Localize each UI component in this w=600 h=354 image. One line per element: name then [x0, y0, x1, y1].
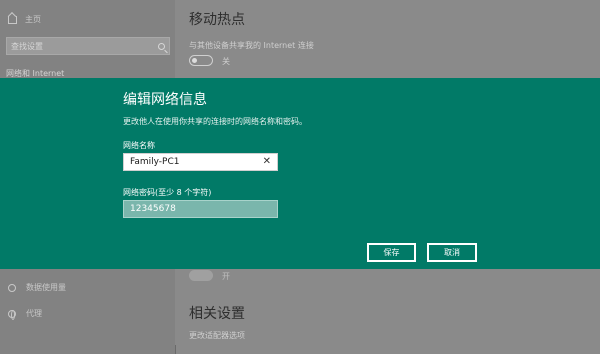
network-name-value: Family-PC1: [130, 157, 180, 167]
secondary-toggle-state: 开: [222, 272, 230, 281]
sidebar-item-data-usage[interactable]: 数据使用量: [8, 282, 66, 293]
page-subtitle: 与其他设备共享我的 Internet 连接: [189, 41, 314, 50]
home-icon: [8, 15, 17, 24]
network-name-label: 网络名称: [123, 141, 155, 150]
data-usage-icon: [8, 283, 16, 292]
clear-icon[interactable]: ✕: [263, 157, 271, 167]
sidebar-item-proxy[interactable]: 代理: [8, 308, 42, 320]
network-password-input[interactable]: 12345678: [123, 200, 278, 218]
hotspot-toggle-state: 关: [222, 57, 230, 66]
globe-icon: [8, 309, 16, 320]
network-password-label: 网络密码(至少 8 个字符): [123, 188, 212, 197]
sidebar-home[interactable]: 主页: [8, 14, 41, 25]
sidebar-item-label: 代理: [26, 309, 42, 318]
change-adapter-options-link[interactable]: 更改适配器选项: [189, 330, 245, 341]
divider: [175, 345, 176, 354]
page-title: 移动热点: [189, 12, 245, 28]
sidebar-item-label: 数据使用量: [26, 283, 66, 292]
cancel-button[interactable]: 取消: [427, 243, 477, 262]
network-name-input[interactable]: Family-PC1 ✕: [123, 153, 278, 171]
settings-search-box[interactable]: 查找设置: [6, 37, 170, 55]
sidebar-home-label: 主页: [25, 15, 41, 24]
save-button[interactable]: 保存: [367, 243, 416, 262]
secondary-toggle[interactable]: [189, 270, 213, 281]
network-password-value: 12345678: [130, 204, 176, 214]
search-placeholder: 查找设置: [11, 41, 43, 51]
hotspot-toggle[interactable]: [189, 55, 213, 66]
related-settings-title: 相关设置: [189, 306, 245, 322]
dialog-title: 编辑网络信息: [123, 92, 207, 108]
dialog-subtitle: 更改他人在使用你共享的连接时的网络名称和密码。: [123, 117, 307, 126]
search-icon[interactable]: [158, 42, 165, 50]
edit-network-dialog: 编辑网络信息 更改他人在使用你共享的连接时的网络名称和密码。 网络名称 Fami…: [0, 78, 600, 269]
